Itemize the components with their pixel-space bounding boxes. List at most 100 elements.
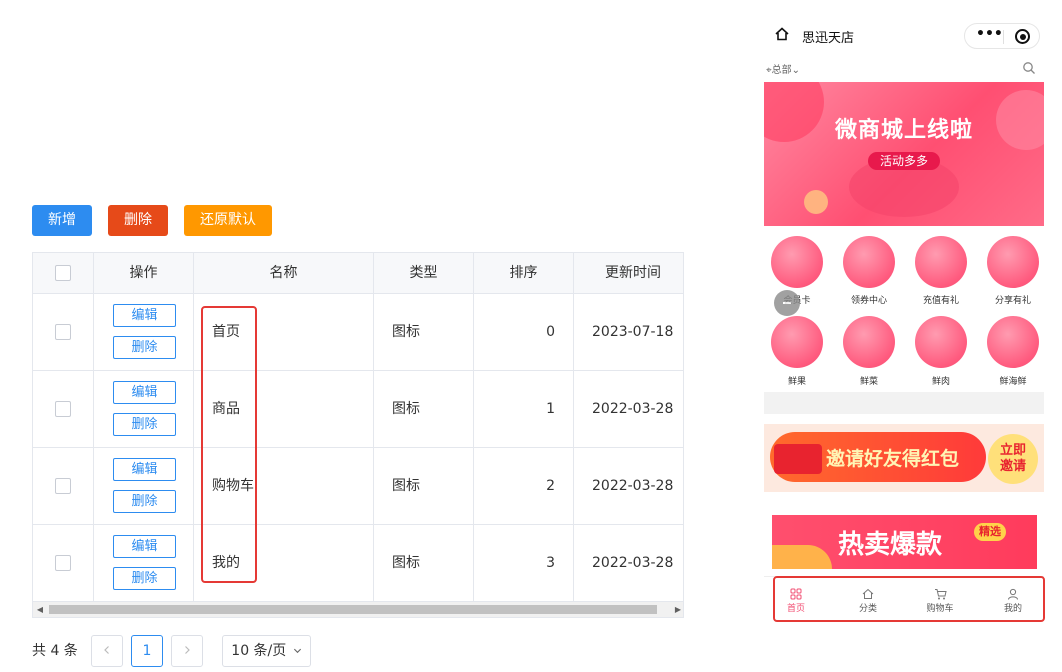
row-sort-cell: 1 (474, 371, 574, 447)
row-updated-cell: 2023-07-18 (574, 294, 683, 370)
page-size-select[interactable]: 10 条/页 (222, 635, 311, 667)
category-label: 充值有礼 (922, 296, 959, 306)
mini-app-title: 思迅天店 (802, 31, 855, 46)
row-updated-cell: 2022-03-28 (574, 525, 683, 601)
highlight-name-column (201, 306, 257, 583)
category-label: 鲜菜 (859, 377, 878, 387)
row-delete-button[interactable]: 删除 (113, 567, 176, 590)
header-type: 类型 (374, 253, 474, 293)
capsule-menu: ••• (964, 23, 1040, 49)
row-type-cell: 图标 (374, 448, 474, 524)
scroll-left-icon[interactable]: ◀ (33, 602, 47, 617)
floating-back-button[interactable] (774, 290, 800, 316)
recharge-gift-icon[interactable] (915, 236, 967, 288)
row-type-cell: 图标 (374, 294, 474, 370)
row-checkbox[interactable] (55, 555, 71, 571)
fresh-seafood-icon[interactable] (987, 316, 1039, 368)
category-label: 鲜肉 (931, 377, 950, 387)
row-updated-cell: 2022-03-28 (574, 371, 683, 447)
scroll-thumb[interactable] (49, 605, 657, 614)
edit-button[interactable]: 编辑 (113, 535, 176, 558)
row-ops-cell: 编辑 删除 (94, 448, 194, 524)
category-label: 分享有礼 (994, 296, 1031, 306)
table-row: 编辑 删除 我的 图标 3 2022-03-28 (33, 525, 683, 602)
row-delete-button[interactable]: 删除 (113, 490, 176, 513)
row-updated: 2022-03-28 (592, 401, 674, 417)
edit-button[interactable]: 编辑 (113, 458, 176, 481)
row-type: 图标 (392, 555, 420, 571)
pagination-total: 共 4 条 (32, 643, 78, 659)
member-card-icon[interactable] (771, 236, 823, 288)
row-updated: 2022-03-28 (592, 555, 674, 571)
coupon-center-icon[interactable] (843, 236, 895, 288)
fresh-vegetable-icon[interactable] (843, 316, 895, 368)
row-sort-cell: 0 (474, 294, 574, 370)
header-name: 名称 (194, 253, 374, 293)
category-label: 鲜果 (787, 377, 806, 387)
row-sort: 1 (546, 401, 555, 417)
row-type-cell: 图标 (374, 525, 474, 601)
category-label: 鲜海鲜 (999, 377, 1027, 387)
chevron-left-icon (104, 646, 109, 654)
page-number-button[interactable]: 1 (131, 635, 163, 667)
location-label: 总部 (771, 65, 792, 76)
header-updated: 更新时间 (605, 265, 661, 281)
hot-sale-banner[interactable]: 热卖爆款 精选 (772, 515, 1037, 569)
search-icon[interactable] (1022, 60, 1036, 79)
select-all-cell (33, 253, 94, 293)
banner-title: 微商城上线啦 (834, 118, 973, 143)
invite-now-button[interactable]: 立即邀请 (988, 434, 1038, 484)
row-delete-button[interactable]: 删除 (113, 336, 176, 359)
table-row: 编辑 删除 商品 图标 1 2022-03-28 (33, 371, 683, 448)
row-delete-button[interactable]: 删除 (113, 413, 176, 436)
chevron-down-icon: ⌄ (791, 65, 801, 76)
row-checkbox[interactable] (55, 478, 71, 494)
category-label: 领券中心 (850, 296, 887, 306)
chevron-down-icon (293, 648, 301, 654)
home-icon[interactable] (774, 26, 790, 46)
next-page-button[interactable] (171, 635, 203, 667)
location-selector[interactable]: ⌖总部⌄ (766, 61, 800, 76)
header-ops: 操作 (94, 253, 194, 293)
row-select-cell (33, 448, 94, 524)
edit-button[interactable]: 编辑 (113, 304, 176, 327)
share-gift-icon[interactable] (987, 236, 1039, 288)
invite-text: 邀请好友得红包 (826, 448, 960, 470)
row-select-cell (33, 294, 94, 370)
add-button[interactable]: 新增 (32, 205, 92, 236)
horizontal-scrollbar[interactable]: ◀ ▶ (33, 602, 683, 617)
table-row: 编辑 删除 购物车 图标 2 2022-03-28 (33, 448, 683, 525)
scroll-right-icon[interactable]: ▶ (671, 602, 683, 617)
delete-button[interactable]: 删除 (108, 205, 168, 236)
row-type-cell: 图标 (374, 371, 474, 447)
featured-badge: 精选 (974, 523, 1006, 541)
hot-sale-title: 热卖爆款 (838, 530, 943, 560)
invite-banner[interactable]: 邀请好友得红包 立即邀请 (764, 424, 1044, 492)
row-checkbox[interactable] (55, 324, 71, 340)
fresh-fruit-icon[interactable] (771, 316, 823, 368)
row-sort: 0 (546, 324, 555, 340)
row-type: 图标 (392, 324, 420, 340)
more-icon[interactable]: ••• (976, 26, 1003, 42)
row-select-cell (33, 371, 94, 447)
reset-default-button[interactable]: 还原默认 (184, 205, 272, 236)
row-sort-cell: 3 (474, 525, 574, 601)
header-sort: 排序 (474, 253, 574, 293)
row-checkbox[interactable] (55, 401, 71, 417)
edit-button[interactable]: 编辑 (113, 381, 176, 404)
close-miniapp-icon[interactable] (1015, 29, 1030, 44)
fresh-meat-icon[interactable] (915, 316, 967, 368)
table-header: 操作 名称 类型 排序 更新时间 (33, 253, 683, 294)
page-size-value: 10 条/页 (231, 643, 287, 659)
chevron-right-icon (185, 646, 190, 654)
highlight-tab-bar (773, 576, 1045, 622)
promo-banner[interactable]: 微商城上线啦 活动多多 (764, 82, 1044, 226)
row-type: 图标 (392, 478, 420, 494)
prev-page-button[interactable] (91, 635, 123, 667)
table-row: 编辑 删除 首页 图标 0 2023-07-18 (33, 294, 683, 371)
row-sort: 2 (546, 478, 555, 494)
row-select-cell (33, 525, 94, 601)
row-sort: 3 (546, 555, 555, 571)
row-ops-cell: 编辑 删除 (94, 294, 194, 370)
select-all-checkbox[interactable] (55, 265, 71, 281)
